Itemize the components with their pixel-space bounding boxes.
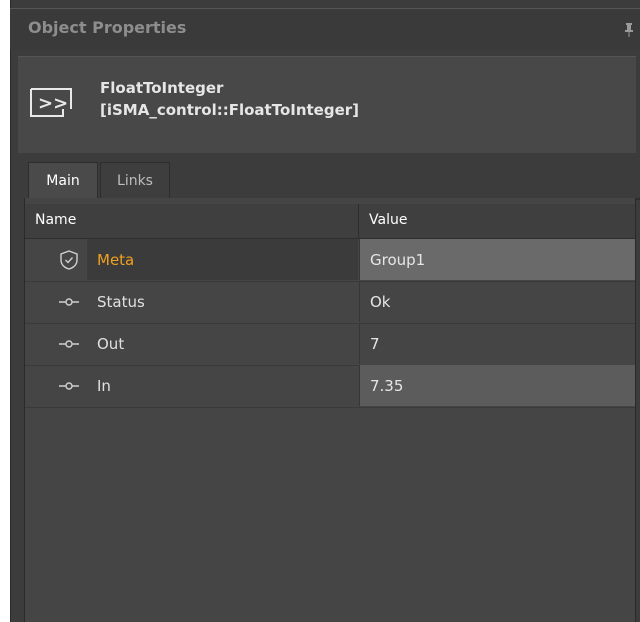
property-value[interactable]: 7 — [359, 323, 635, 364]
component-icon: >> — [30, 88, 72, 117]
property-value[interactable]: Ok — [359, 281, 635, 322]
tab-main[interactable]: Main — [28, 162, 98, 198]
slot-icon — [59, 340, 79, 348]
property-name: Out — [97, 334, 125, 353]
property-row-in[interactable]: In 7.35 — [25, 365, 635, 408]
property-row-meta[interactable]: Meta Group1 — [25, 239, 635, 282]
shield-icon — [60, 250, 78, 270]
object-header: >> FloatToInteger [iSMA_control::FloatTo… — [18, 56, 636, 153]
object-type: [iSMA_control::FloatToInteger] — [100, 101, 360, 119]
panel-title: Object Properties — [28, 18, 187, 37]
slot-icon — [59, 382, 79, 390]
slot-icon — [59, 298, 79, 306]
property-value[interactable]: 7.35 — [359, 365, 635, 406]
column-separator[interactable] — [358, 204, 359, 238]
column-header-name[interactable]: Name — [35, 212, 76, 228]
property-grid: Name Value Meta Group1 Status Ok Out 7 I… — [24, 198, 636, 622]
svg-text:>>: >> — [38, 93, 68, 114]
object-name: FloatToInteger — [100, 79, 224, 97]
tab-strip: Main Links — [24, 160, 640, 200]
property-value[interactable]: Group1 — [359, 239, 635, 280]
panel-titlebar: Object Properties — [10, 8, 640, 49]
pin-icon[interactable] — [624, 23, 634, 37]
property-name: In — [97, 376, 111, 395]
property-row-out[interactable]: Out 7 — [25, 323, 635, 366]
property-row-status[interactable]: Status Ok — [25, 281, 635, 324]
grid-header: Name Value — [25, 204, 635, 239]
property-name: Meta — [87, 239, 358, 280]
column-header-value[interactable]: Value — [369, 212, 407, 228]
property-name: Status — [97, 292, 145, 311]
tab-links[interactable]: Links — [100, 162, 170, 198]
